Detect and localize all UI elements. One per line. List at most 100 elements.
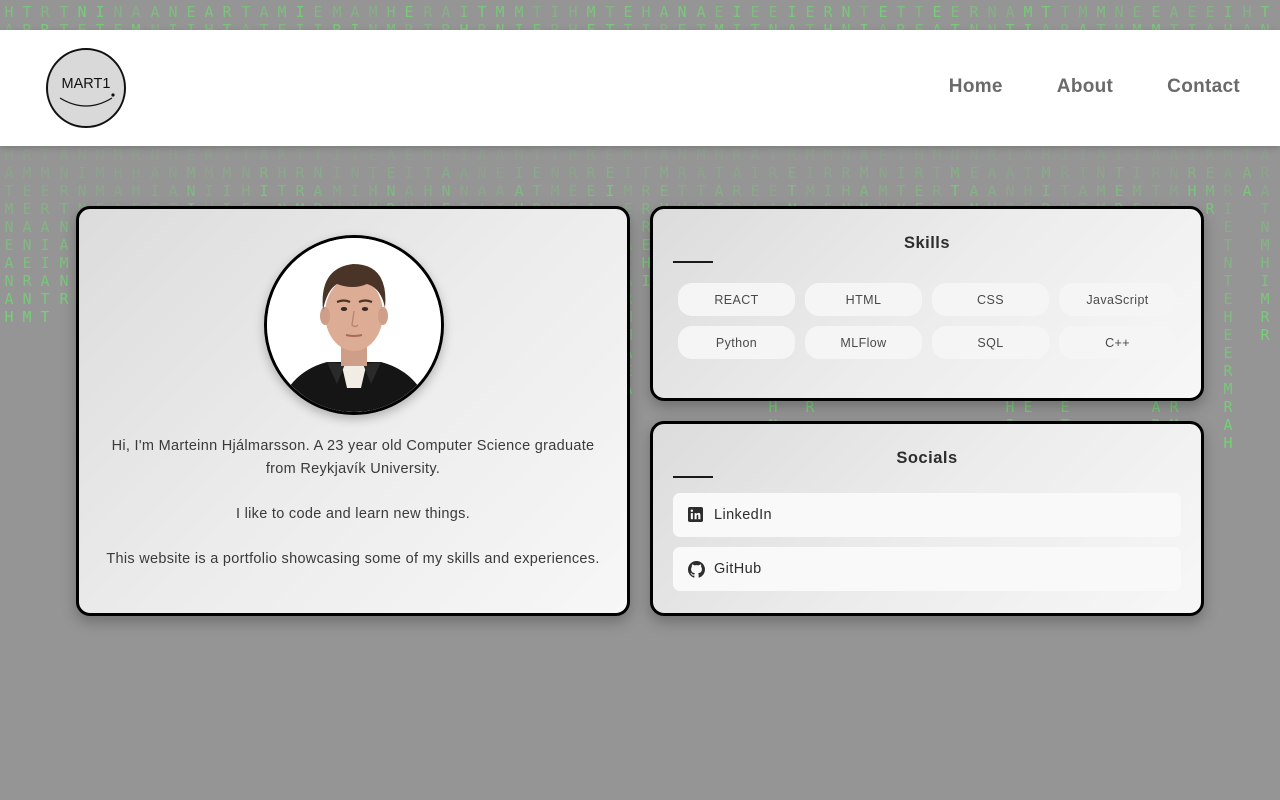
matrix-glyph: E [404,146,414,164]
matrix-glyph: A [259,3,269,21]
matrix-glyph: T [896,3,906,21]
matrix-glyph: R [768,164,778,182]
matrix-glyph: N [1223,254,1233,272]
matrix-glyph: R [641,182,651,200]
matrix-glyph: T [295,146,305,164]
matrix-glyph: T [423,164,433,182]
matrix-glyph: T [40,308,50,326]
matrix-glyph: N [1260,218,1270,236]
matrix-glyph: R [1187,164,1197,182]
matrix-glyph: N [22,236,32,254]
matrix-glyph: I [40,236,50,254]
matrix-glyph: R [22,272,32,290]
skills-title-underline [673,261,713,263]
matrix-glyph: H [4,3,14,21]
matrix-glyph: I [40,254,50,272]
matrix-glyph: I [896,164,906,182]
matrix-glyph: I [295,3,305,21]
matrix-glyph: I [1223,3,1233,21]
matrix-glyph: E [4,236,14,254]
matrix-glyph: I [1187,146,1197,164]
matrix-glyph: M [1041,164,1051,182]
matrix-glyph: E [1223,326,1233,344]
matrix-glyph: T [1242,146,1252,164]
matrix-glyph: N [514,146,524,164]
matrix-glyph: A [1151,146,1161,164]
skills-grid: REACT HTML CSS JavaScript Python MLFlow … [678,283,1178,359]
logo[interactable]: MART1 [46,48,126,128]
matrix-glyph: I [1114,146,1124,164]
matrix-glyph: E [1205,3,1215,21]
matrix-glyph: A [969,182,979,200]
matrix-glyph: A [59,146,69,164]
matrix-glyph: T [950,182,960,200]
matrix-glyph: I [1060,146,1070,164]
matrix-glyph: T [1060,3,1070,21]
matrix-glyph: N [477,164,487,182]
matrix-glyph: M [131,182,141,200]
matrix-glyph: A [113,182,123,200]
matrix-glyph: I [1078,146,1088,164]
matrix-glyph: E [186,146,196,164]
nav-home[interactable]: Home [949,76,1003,98]
matrix-glyph: A [150,164,160,182]
matrix-glyph: M [805,146,815,164]
matrix-glyph: T [477,3,487,21]
matrix-glyph: A [495,146,505,164]
matrix-glyph: A [514,182,524,200]
matrix-glyph: T [368,164,378,182]
logo-mark: MART1 [59,76,115,107]
matrix-glyph: M [550,182,560,200]
linkedin-link[interactable]: LinkedIn [673,493,1181,537]
matrix-glyph: R [732,182,742,200]
matrix-glyph: A [204,3,214,21]
matrix-glyph: R [277,146,287,164]
matrix-glyph: A [1242,182,1252,200]
matrix-glyph: A [1223,416,1233,434]
matrix-glyph: T [768,146,778,164]
matrix-glyph: R [59,290,69,308]
matrix-glyph: M [204,164,214,182]
matrix-glyph: A [696,164,706,182]
matrix-glyph: I [1132,146,1142,164]
matrix-glyph: T [59,200,69,218]
matrix-glyph: A [168,182,178,200]
matrix-glyph: T [40,290,50,308]
matrix-glyph: A [859,182,869,200]
matrix-glyph: A [495,182,505,200]
logo-text: MART1 [62,76,111,92]
matrix-glyph: M [40,164,50,182]
matrix-glyph: E [787,164,797,182]
matrix-glyph: I [259,182,269,200]
matrix-glyph: N [950,146,960,164]
matrix-glyph: R [22,146,32,164]
matrix-glyph: R [586,146,596,164]
matrix-glyph: H [1041,146,1051,164]
nav-contact[interactable]: Contact [1167,76,1240,98]
matrix-glyph: R [568,164,578,182]
matrix-glyph: H [1260,254,1270,272]
github-link[interactable]: GitHub [673,547,1181,591]
matrix-glyph: R [1223,398,1233,416]
matrix-glyph: T [1078,164,1088,182]
matrix-glyph: T [896,182,906,200]
matrix-glyph: A [4,164,14,182]
matrix-glyph: M [332,182,342,200]
matrix-glyph: T [696,182,706,200]
matrix-glyph: R [568,146,578,164]
matrix-glyph: T [1114,164,1124,182]
matrix-glyph: R [914,164,924,182]
bio-text: Hi, I'm Marteinn Hjálmarsson. A 23 year … [99,435,607,570]
matrix-glyph: E [22,200,32,218]
matrix-glyph: I [550,3,560,21]
nav-about[interactable]: About [1057,76,1113,98]
matrix-glyph: H [386,3,396,21]
matrix-glyph: N [1096,164,1106,182]
matrix-glyph: T [1023,164,1033,182]
matrix-glyph: A [1223,164,1233,182]
matrix-glyph: E [1151,3,1161,21]
matrix-glyph: A [696,3,706,21]
matrix-glyph: N [550,164,560,182]
matrix-glyph: T [532,182,542,200]
matrix-glyph: N [59,218,69,236]
